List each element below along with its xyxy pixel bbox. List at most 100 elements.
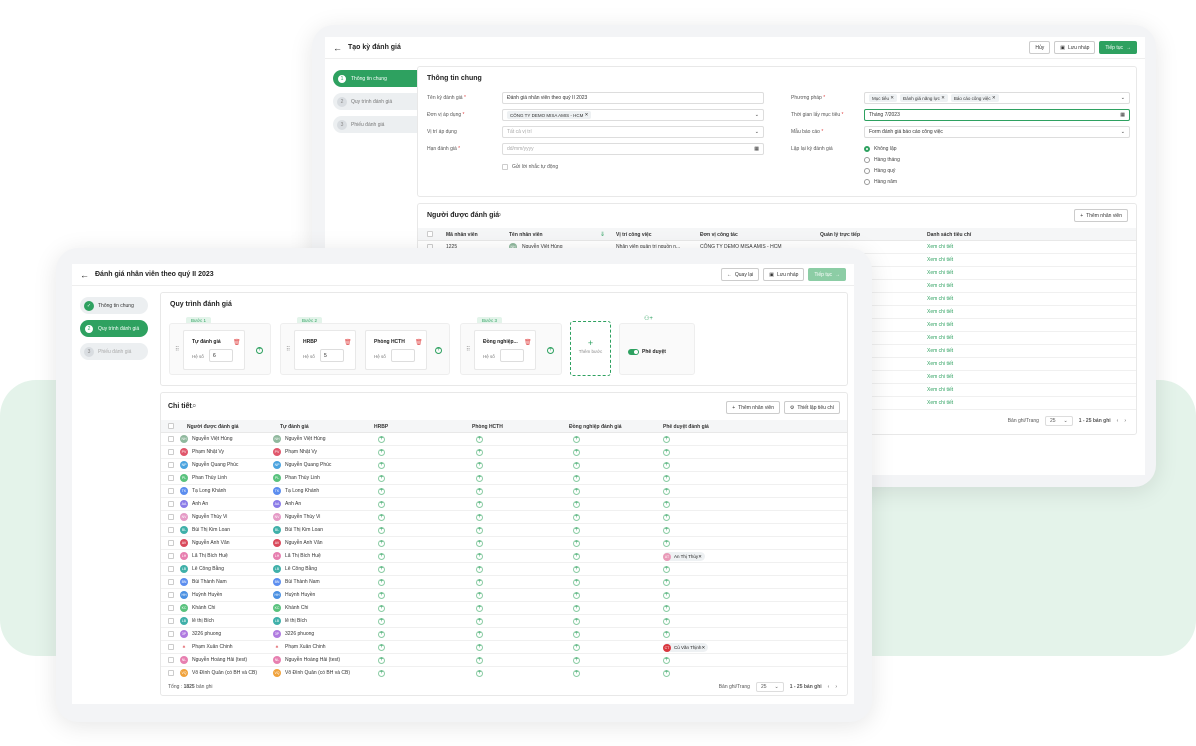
add-reviewer-icon[interactable]: + [476,488,483,495]
table-row[interactable]: PV Phạm Nhật Vy PV Phạm Nhật Vy + + + + [161,446,847,459]
view-detail-link[interactable]: Xem chi tiết [927,244,953,250]
table-row[interactable]: BN Bùi Thành Nam BN Bùi Thành Nam + + + + [161,576,847,589]
table-row[interactable]: KC Khánh Chi KC Khánh Chi + + + + [161,602,847,615]
method-chip[interactable]: Báo cáo công việc ✕ [950,94,999,102]
add-reviewer-icon[interactable]: + [476,592,483,599]
view-detail-link[interactable]: Xem chi tiết [927,296,953,302]
add-reviewer-icon[interactable]: + [378,501,385,508]
add-approver-icon[interactable]: + [663,462,670,469]
drag-handle-icon[interactable]: ⠿ [286,346,290,353]
table-row[interactable]: LB lê thị Bích LB lê thị Bích + + + + [161,615,847,628]
table-row[interactable]: NP Nguyễn Quang Phúc NP Nguyễn Quang Phúc + +… [161,459,847,472]
add-approver-icon[interactable]: + [663,514,670,521]
add-reviewer-icon[interactable]: + [378,475,385,482]
row-checkbox[interactable] [168,553,174,559]
step-form[interactable]: 3 Phiếu đánh giá [80,343,148,360]
row-checkbox[interactable] [168,618,174,624]
method-chip[interactable]: Đánh giá năng lực ✕ [900,94,948,102]
add-approver-icon[interactable]: + [663,670,670,677]
add-reviewer-icon[interactable]: + [573,540,580,547]
method-select[interactable]: Mục tiêu ✕ Đánh giá năng lực ✕ Báo cáo c… [864,92,1130,104]
add-reviewer-icon[interactable]: + [547,347,554,354]
drag-handle-icon[interactable]: ⠿ [466,346,470,353]
add-reviewer-icon[interactable]: + [378,592,385,599]
add-reviewer-icon[interactable]: + [476,644,483,651]
table-row[interactable]: PL Phan Thùy Linh PL Phan Thùy Linh + + + + [161,472,847,485]
add-reviewer-icon[interactable]: + [476,449,483,456]
coef-input[interactable]: 6 [209,349,233,362]
add-reviewer-icon[interactable]: + [476,436,483,443]
add-step-button[interactable]: + Thêm bước [570,321,611,376]
add-approver-icon[interactable]: + [663,527,670,534]
add-approver-icon[interactable]: + [663,657,670,664]
step-general[interactable]: ✓ Thông tin chung [80,297,148,314]
add-reviewer-icon[interactable]: + [476,501,483,508]
add-reviewer-icon[interactable]: + [476,631,483,638]
add-reviewer-icon[interactable]: + [378,488,385,495]
remove-icon[interactable]: ✕ [701,645,705,651]
add-reviewer-icon[interactable]: + [256,347,263,354]
next-page-icon[interactable]: › [835,684,837,690]
add-reviewer-icon[interactable]: + [573,514,580,521]
row-checkbox[interactable] [168,579,174,585]
add-approver-icon[interactable]: + [663,605,670,612]
add-reviewer-icon[interactable]: + [573,566,580,573]
add-reviewer-icon[interactable]: + [573,553,580,560]
select-all-checkbox[interactable] [168,423,174,429]
table-row[interactable]: 3P 3226 phuong 3P 3226 phuong + + + + [161,628,847,641]
name-input[interactable]: Đánh giá nhân viên theo quý II 2023 [502,92,764,104]
table-row[interactable]: TK Tạ Long Khánh TK Tạ Long Khánh + + + + [161,485,847,498]
unit-select[interactable]: CÔNG TY DEMO MISA AMIS - HCM ✕ ⌄ [502,109,764,121]
add-approver-icon[interactable]: + [663,592,670,599]
table-row[interactable]: ✻ Phạm Xuân Chinh ✻ Phạm Xuân Chinh + + + CT Cù … [161,641,847,654]
add-reviewer-icon[interactable]: + [476,462,483,469]
prev-page-icon[interactable]: ‹ [1117,418,1119,424]
view-detail-link[interactable]: Xem chi tiết [927,270,953,276]
add-reviewer-icon[interactable]: + [378,553,385,560]
row-checkbox[interactable] [168,670,174,676]
repeat-option-yearly[interactable]: Hàng năm [864,179,897,185]
trash-icon[interactable]: 🗑 [415,339,423,346]
add-reviewer-icon[interactable]: + [476,618,483,625]
coef-input[interactable] [500,349,524,362]
step-process[interactable]: 2 Quy trình đánh giá [80,320,148,337]
add-approver-icon[interactable]: + [663,566,670,573]
prev-page-icon[interactable]: ‹ [828,684,830,690]
report-form-select[interactable]: Form đánh giá báo cáo công việc ⌄ [864,126,1130,138]
row-checkbox[interactable] [168,514,174,520]
add-reviewer-icon[interactable]: + [476,566,483,573]
add-reviewer-icon[interactable]: + [573,488,580,495]
view-detail-link[interactable]: Xem chi tiết [927,374,953,380]
repeat-option-quarterly[interactable]: Hàng quý [864,168,895,174]
add-approver-icon[interactable]: + [663,540,670,547]
add-reviewer-icon[interactable]: + [378,657,385,664]
add-reviewer-icon[interactable]: + [573,670,580,677]
add-reviewer-icon[interactable]: + [476,553,483,560]
add-reviewer-icon[interactable]: + [573,449,580,456]
add-reviewer-icon[interactable]: + [573,475,580,482]
back-arrow-icon[interactable]: ← [333,43,342,53]
add-approver-icon[interactable]: + [663,475,670,482]
view-detail-link[interactable]: Xem chi tiết [927,309,953,315]
add-reviewer-icon[interactable]: + [573,657,580,664]
row-checkbox[interactable] [168,540,174,546]
save-draft-button[interactable]: ▣ Lưu nháp [763,268,805,281]
add-reviewer-icon[interactable]: + [378,527,385,534]
table-row[interactable]: NV Nguyễn Thùy Vi NV Nguyễn Thùy Vi + + + + [161,511,847,524]
approver-chip[interactable]: AT An Thị Thủy ✕ [663,552,705,561]
row-checkbox[interactable] [168,644,174,650]
calendar-icon[interactable]: ▦ [1120,112,1125,118]
add-approver-icon[interactable]: + [663,449,670,456]
table-row[interactable]: LB Lê Công Bằng LB Lê Công Bằng + + + + [161,563,847,576]
add-reviewer-icon[interactable]: + [573,618,580,625]
table-row[interactable]: VQ Võ Đình Quân (có BH và CB) VQ Võ Đình Qu… [161,667,847,678]
view-detail-link[interactable]: Xem chi tiết [927,400,953,406]
view-detail-link[interactable]: Xem chi tiết [927,361,953,367]
add-approver-icon[interactable]: + [663,436,670,443]
row-checkbox[interactable] [168,449,174,455]
repeat-option-monthly[interactable]: Hàng tháng [864,157,900,163]
continue-button[interactable]: Tiếp tục → [808,268,846,281]
table-row[interactable]: AA Anh An AA Anh An + + + + [161,498,847,511]
view-detail-link[interactable]: Xem chi tiết [927,257,953,263]
add-reviewer-icon[interactable]: + [476,527,483,534]
